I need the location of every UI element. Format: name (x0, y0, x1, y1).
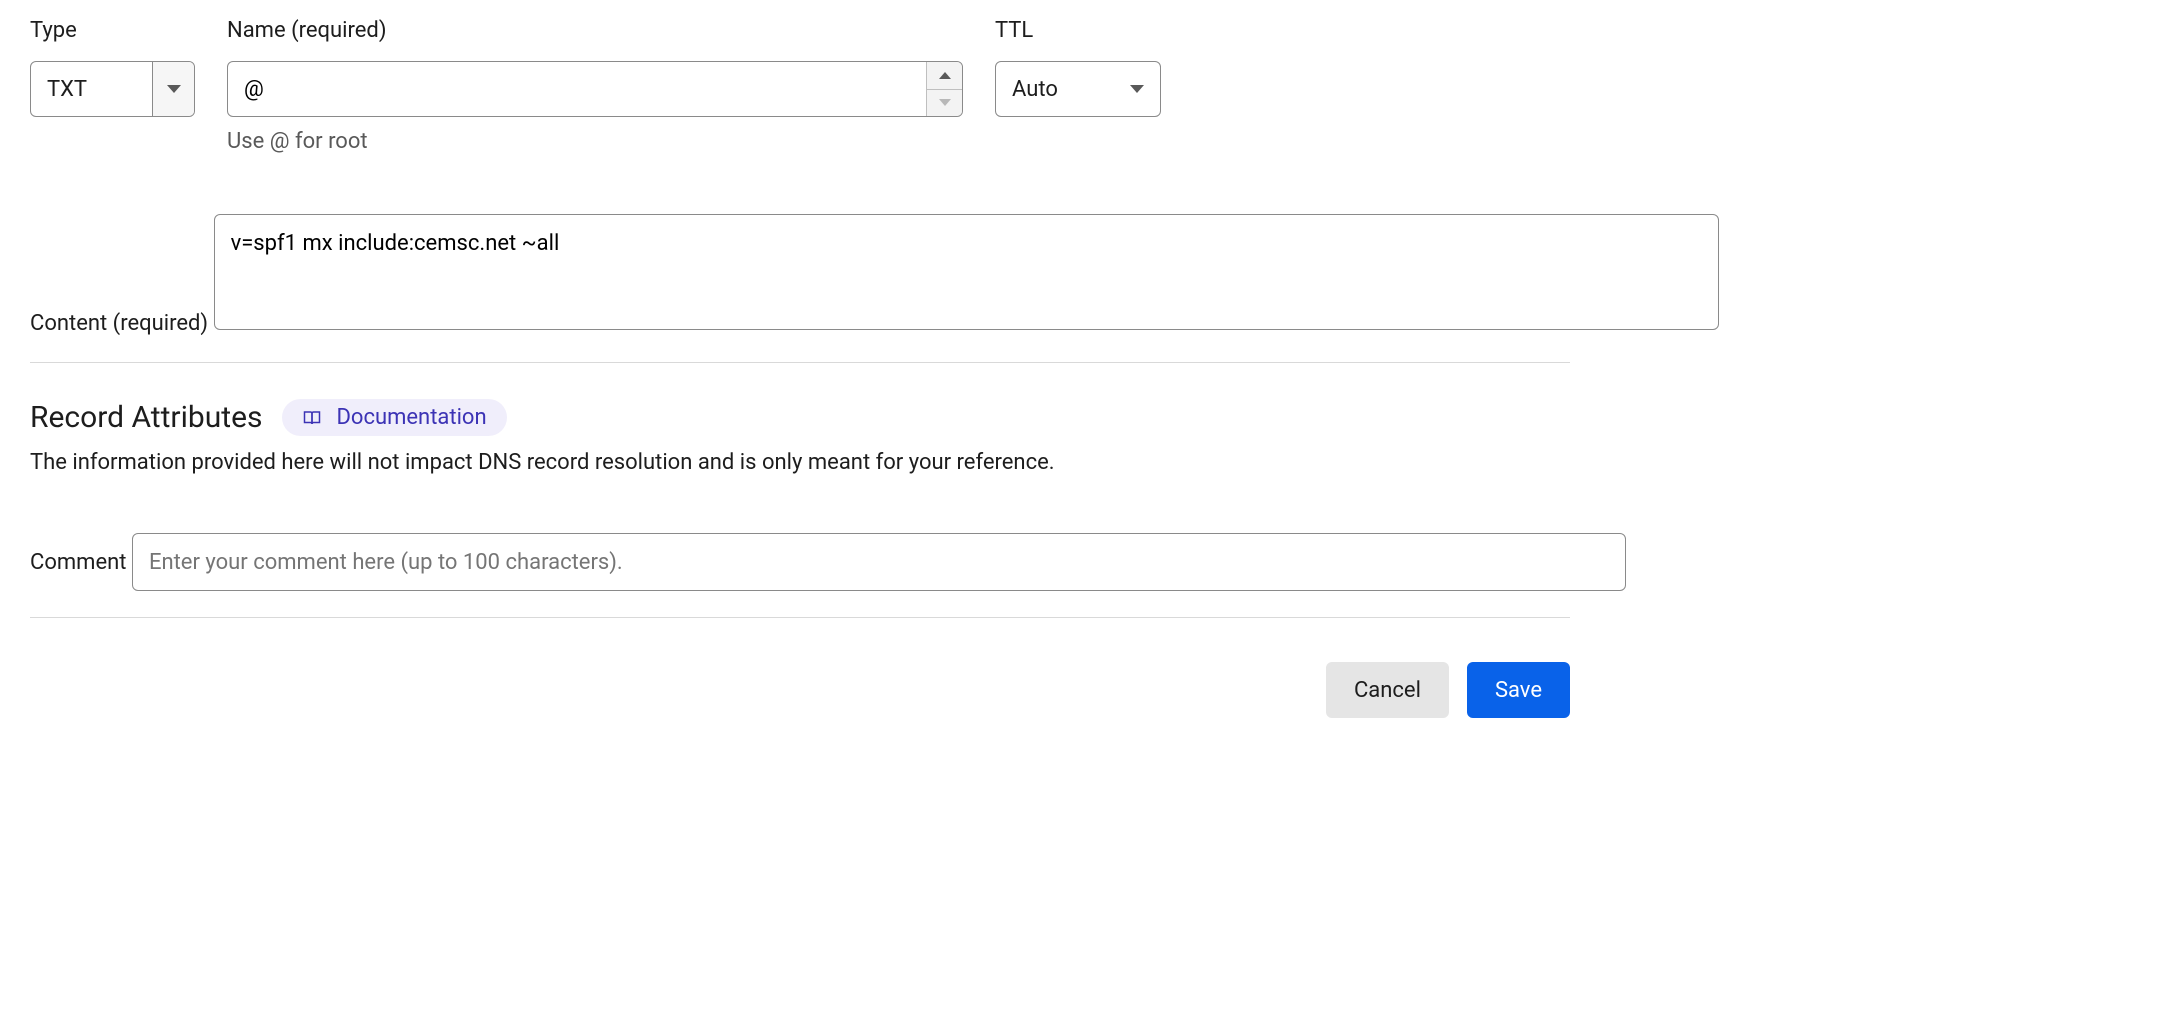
form-actions: Cancel Save (30, 662, 1570, 718)
comment-label: Comment (30, 550, 126, 575)
spinner-down-button[interactable] (927, 90, 962, 117)
content-field-group: Content (required) (30, 196, 2132, 336)
documentation-link[interactable]: Documentation (282, 399, 506, 436)
documentation-label: Documentation (336, 405, 486, 430)
type-label: Type (30, 18, 195, 43)
chevron-down-icon (1130, 85, 1144, 93)
name-helper-text: Use @ for root (227, 129, 963, 154)
save-button[interactable]: Save (1467, 662, 1570, 718)
type-value: TXT (31, 62, 152, 116)
name-label: Name (required) (227, 18, 963, 43)
cancel-button[interactable]: Cancel (1326, 662, 1449, 718)
section-divider (30, 617, 1570, 618)
content-label: Content (required) (30, 311, 208, 336)
name-input-wrapper (227, 61, 963, 117)
comment-input[interactable] (132, 533, 1626, 591)
name-input[interactable] (228, 62, 926, 116)
comment-field-group: Comment (30, 515, 2132, 591)
ttl-select[interactable]: Auto (995, 61, 1161, 117)
content-textarea[interactable] (214, 214, 1719, 330)
book-icon (302, 409, 322, 427)
attributes-title: Record Attributes (30, 400, 262, 435)
section-divider (30, 362, 1570, 363)
type-select[interactable]: TXT (30, 61, 195, 117)
record-attributes-section: Record Attributes Documentation The info… (30, 399, 2132, 591)
attributes-header: Record Attributes Documentation (30, 399, 2132, 436)
type-dropdown-toggle[interactable] (152, 62, 194, 116)
spinner-up-button[interactable] (927, 62, 962, 90)
dns-record-form-row: Type TXT Name (required) Use @ for root … (30, 0, 2132, 154)
ttl-field-group: TTL Auto (995, 18, 1161, 117)
attributes-description: The information provided here will not i… (30, 450, 2132, 475)
chevron-down-icon (167, 85, 181, 93)
arrow-up-icon (939, 72, 951, 79)
arrow-down-icon (939, 99, 951, 106)
name-spinner (926, 62, 962, 116)
ttl-label: TTL (995, 18, 1161, 43)
ttl-value: Auto (1012, 77, 1058, 102)
type-field-group: Type TXT (30, 18, 195, 117)
name-field-group: Name (required) Use @ for root (227, 18, 963, 154)
